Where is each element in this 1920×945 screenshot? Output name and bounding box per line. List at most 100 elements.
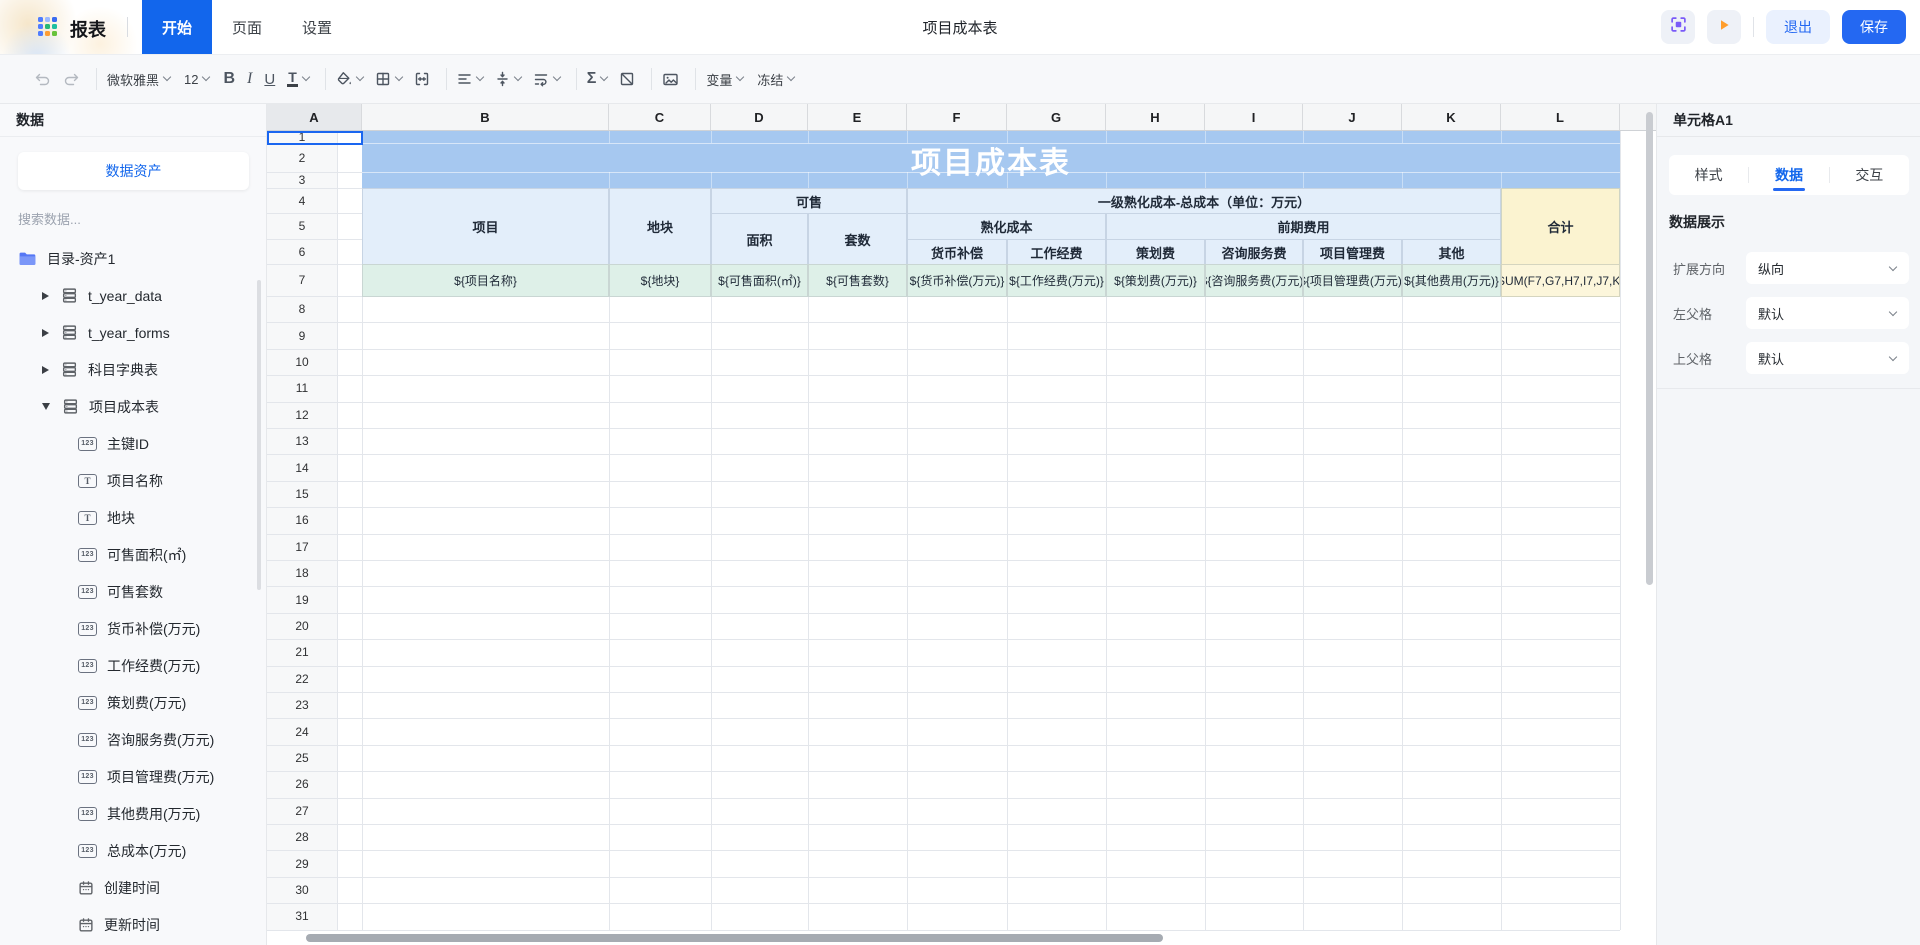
row-header-8[interactable]: 8	[267, 296, 337, 322]
tree-table-item[interactable]: 科目字典表	[0, 351, 267, 388]
tree-table-item[interactable]: t_year_forms	[0, 314, 267, 351]
collapse-arrow-icon[interactable]	[42, 403, 50, 410]
column-header-G[interactable]: G	[1007, 104, 1106, 131]
tab-style[interactable]: 样式	[1669, 155, 1748, 195]
tree-field-item[interactable]: T地块	[0, 499, 267, 536]
image-icon[interactable]	[662, 72, 679, 87]
top-parent-select[interactable]: 默认	[1746, 342, 1909, 374]
cell-K7[interactable]: ${其他费用(万元)}	[1402, 264, 1501, 297]
tree-field-item[interactable]: 123主键ID	[0, 425, 267, 462]
tree-field-item[interactable]: T项目名称	[0, 462, 267, 499]
sidebar-scrollbar[interactable]	[257, 280, 261, 590]
cell-K6[interactable]: 其他	[1402, 239, 1501, 265]
variable-menu[interactable]: 变量	[706, 70, 743, 89]
row-header-24[interactable]: 24	[267, 718, 337, 744]
row-header-2[interactable]: 2	[267, 143, 337, 172]
font-size-select[interactable]: 12	[184, 72, 209, 87]
tree-field-item[interactable]: 123咨询服务费(万元)	[0, 721, 267, 758]
exit-button[interactable]: 退出	[1766, 10, 1830, 44]
row-header-20[interactable]: 20	[267, 613, 337, 639]
bold-icon[interactable]: B	[223, 70, 235, 88]
cell-B1[interactable]: 项目成本表	[362, 131, 1620, 189]
fill-color-icon[interactable]	[336, 71, 363, 87]
cell-H6[interactable]: 策划费	[1106, 239, 1205, 265]
column-header-C[interactable]: C	[609, 104, 711, 131]
tree-field-item[interactable]: 123工作经费(万元)	[0, 647, 267, 684]
tree-field-item[interactable]: 123总成本(万元)	[0, 832, 267, 869]
cell-I6[interactable]: 咨询服务费	[1205, 239, 1303, 265]
column-header-E[interactable]: E	[808, 104, 907, 131]
row-header-6[interactable]: 6	[267, 239, 337, 264]
cell-B7[interactable]: ${项目名称}	[362, 264, 609, 297]
cell-F7[interactable]: ${货币补偿(万元)}	[907, 264, 1007, 297]
text-wrap-icon[interactable]	[533, 72, 560, 87]
borders-icon[interactable]	[375, 71, 402, 87]
tab-settings[interactable]: 设置	[282, 0, 352, 54]
cell-J6[interactable]: 项目管理费	[1303, 239, 1402, 265]
align-vertical-icon[interactable]	[495, 71, 521, 87]
column-header-K[interactable]: K	[1402, 104, 1501, 131]
expand-arrow-icon[interactable]	[42, 329, 49, 337]
tab-start[interactable]: 开始	[142, 0, 212, 54]
spreadsheet-canvas[interactable]: ABCDEFGHIJKL1234567891011121314151617181…	[267, 104, 1656, 945]
sum-icon[interactable]: Σ	[587, 70, 608, 88]
cell-F5[interactable]: 熟化成本	[907, 213, 1106, 240]
row-header-3[interactable]: 3	[267, 172, 337, 188]
merge-cells-icon[interactable]	[414, 71, 430, 87]
cell-F6[interactable]: 货币补偿	[907, 239, 1007, 265]
tab-data[interactable]: 数据	[1749, 155, 1828, 195]
left-parent-select[interactable]: 默认	[1746, 297, 1909, 329]
underline-icon[interactable]: U	[264, 71, 275, 88]
row-header-31[interactable]: 31	[267, 903, 337, 929]
row-header-21[interactable]: 21	[267, 639, 337, 665]
row-header-11[interactable]: 11	[267, 375, 337, 401]
cell-H5[interactable]: 前期费用	[1106, 213, 1501, 240]
cell-F4[interactable]: 一级熟化成本-总成本（单位：万元）	[907, 188, 1501, 214]
row-header-25[interactable]: 25	[267, 745, 337, 771]
row-header-18[interactable]: 18	[267, 560, 337, 586]
italic-icon[interactable]: I	[247, 70, 252, 88]
cell-B4[interactable]: 项目	[362, 188, 609, 265]
tree-field-item[interactable]: 123项目管理费(万元)	[0, 758, 267, 795]
tree-table-item[interactable]: t_year_data	[0, 277, 267, 314]
column-header-F[interactable]: F	[907, 104, 1007, 131]
cell-C7[interactable]: ${地块}	[609, 264, 711, 297]
row-header-13[interactable]: 13	[267, 428, 337, 454]
row-header-9[interactable]: 9	[267, 322, 337, 348]
tree-field-item[interactable]: 123其他费用(万元)	[0, 795, 267, 832]
vertical-scrollbar-thumb[interactable]	[1646, 112, 1653, 585]
column-header-A[interactable]: A	[267, 104, 362, 131]
cell-D5[interactable]: 面积	[711, 213, 808, 265]
search-input[interactable]	[18, 212, 228, 227]
cell-D4[interactable]: 可售	[711, 188, 907, 214]
tree-field-item[interactable]: 123可售套数	[0, 573, 267, 610]
tree-field-item[interactable]: 123策划费(万元)	[0, 684, 267, 721]
save-button[interactable]: 保存	[1842, 10, 1906, 44]
column-header-B[interactable]: B	[362, 104, 609, 131]
font-color-icon[interactable]: T	[287, 71, 309, 87]
column-header-D[interactable]: D	[711, 104, 808, 131]
horizontal-scrollbar-thumb[interactable]	[306, 934, 1163, 942]
row-header-29[interactable]: 29	[267, 850, 337, 876]
row-header-10[interactable]: 10	[267, 349, 337, 375]
cell-H7[interactable]: ${策划费(万元)}	[1106, 264, 1205, 297]
row-header-7[interactable]: 7	[267, 264, 337, 296]
cell-G6[interactable]: 工作经费	[1007, 239, 1106, 265]
cell-L4[interactable]: 合计	[1501, 188, 1620, 265]
row-header-14[interactable]: 14	[267, 454, 337, 480]
tab-page[interactable]: 页面	[212, 0, 282, 54]
row-header-23[interactable]: 23	[267, 692, 337, 718]
row-header-19[interactable]: 19	[267, 586, 337, 612]
row-header-12[interactable]: 12	[267, 402, 337, 428]
column-header-L[interactable]: L	[1501, 104, 1620, 131]
row-header-4[interactable]: 4	[267, 188, 337, 213]
tree-field-item[interactable]: 更新时间	[0, 906, 267, 943]
tree-table-item[interactable]: 项目成本表	[0, 388, 267, 425]
tab-interaction[interactable]: 交互	[1830, 155, 1909, 195]
row-header-5[interactable]: 5	[267, 213, 337, 239]
diagonal-line-icon[interactable]	[619, 71, 635, 87]
app-logo-icon[interactable]	[38, 17, 60, 39]
align-horizontal-icon[interactable]	[457, 72, 483, 86]
tree-folder-item[interactable]: 目录-资产1	[0, 240, 267, 277]
row-header-27[interactable]: 27	[267, 798, 337, 824]
